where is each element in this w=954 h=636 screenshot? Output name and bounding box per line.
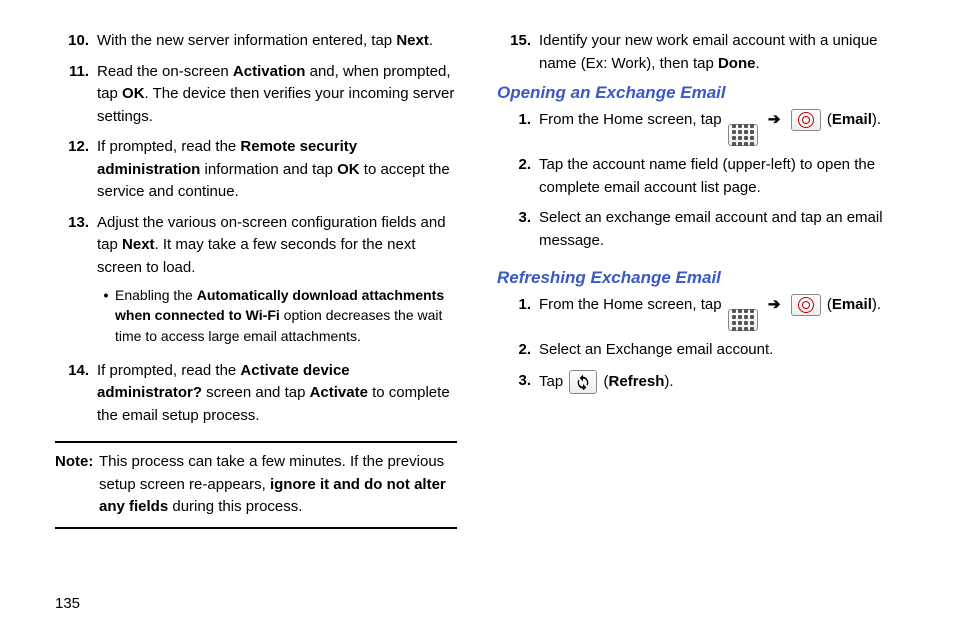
text: Tap [539,373,567,390]
list-body: If prompted, read the Remote security ad… [97,136,457,204]
list-number: 1. [497,294,539,331]
list-item: 3.Select an exchange email account and t… [497,207,899,252]
list-item: 13.Adjust the various on-screen configur… [55,212,457,352]
list-body: Adjust the various on-screen configurati… [97,212,457,352]
list-body: Tap the account name field (upper-left) … [539,154,899,199]
list-body: Identify your new work email account wit… [539,30,899,75]
text: ( [823,296,832,313]
email-icon [791,109,821,131]
text: ). [664,373,673,390]
list-number: 1. [497,109,539,146]
list-body: Select an exchange email account and tap… [539,207,899,252]
list-body: With the new server information entered,… [97,30,457,53]
note-body: This process can take a few minutes. If … [99,451,457,519]
section-heading: Refreshing Exchange Email [497,268,899,288]
list-body: From the Home screen, tap ➔ (Email). [539,109,899,146]
list-body: Read the on-screen Activation and, when … [97,61,457,129]
list-item: 12.If prompted, read the Remote security… [55,136,457,204]
text: information and tap [200,161,337,178]
list-number: 15. [497,30,539,75]
text-bold: OK [122,85,145,102]
list-number: 3. [497,207,539,252]
list-number: 10. [55,30,97,53]
text: If prompted, read the [97,138,240,155]
text-bold: Refresh [609,373,665,390]
arrow-icon: ➔ [768,296,781,313]
text-bold: Done [718,55,756,72]
text: screen and tap [202,384,310,401]
list-number: 14. [55,360,97,428]
text: ( [823,111,832,128]
list-number: 11. [55,61,97,129]
list-body: Tap (Refresh). [539,370,899,394]
apps-icon [728,309,758,331]
text: ). [872,296,881,313]
sub-bullet-body: Enabling the Automatically download atta… [115,285,457,346]
text: If prompted, read the [97,362,240,379]
text: Select an Exchange email account. [539,341,773,358]
list-body: Select an Exchange email account. [539,339,899,362]
text: . [755,55,759,72]
apps-icon [728,124,758,146]
list-number: 2. [497,154,539,199]
page-number: 135 [55,595,80,612]
sub-bullet: •Enabling the Automatically download att… [97,285,457,346]
refresh-icon [569,370,597,394]
list-item: 2.Tap the account name field (upper-left… [497,154,899,199]
text-bold: Activate [310,384,368,401]
text-bold: Next [396,32,429,49]
list-item: 2.Select an Exchange email account. [497,339,899,362]
list-number: 2. [497,339,539,362]
text: Identify your new work email account wit… [539,32,878,72]
text: Tap the account name field (upper-left) … [539,156,875,196]
text: ( [599,373,608,390]
text-bold: Activation [233,63,306,80]
columns: 10.With the new server information enter… [55,30,899,529]
text: Enabling the [115,287,197,303]
list-number: 13. [55,212,97,352]
text: Read the on-screen [97,63,233,80]
section-heading: Opening an Exchange Email [497,83,899,103]
text: Select an exchange email account and tap… [539,209,883,249]
arrow-icon: ➔ [768,111,781,128]
list-number: 12. [55,136,97,204]
text: With the new server information entered,… [97,32,396,49]
text: . The device then verifies your incoming… [97,85,454,125]
text-bold: Email [832,296,872,313]
note-block: Note:This process can take a few minutes… [55,441,457,529]
list-item: 15.Identify your new work email account … [497,30,899,75]
text: . [429,32,433,49]
text [785,296,789,313]
list-body: If prompted, read the Activate device ad… [97,360,457,428]
list-item: 11.Read the on-screen Activation and, wh… [55,61,457,129]
text: From the Home screen, tap [539,111,726,128]
page: 10.With the new server information enter… [0,0,954,636]
list-item: 10.With the new server information enter… [55,30,457,53]
email-icon [791,294,821,316]
list-item: 1.From the Home screen, tap ➔ (Email). [497,109,899,146]
text: From the Home screen, tap [539,296,726,313]
text: during this process. [168,498,302,515]
text-bold: Next [122,236,155,253]
column-left: 10.With the new server information enter… [55,30,457,529]
text [760,296,764,313]
column-right: 15.Identify your new work email account … [497,30,899,529]
text-bold: OK [337,161,360,178]
bullet-icon: • [97,285,115,346]
text: ). [872,111,881,128]
list-number: 3. [497,370,539,394]
list-item: 1.From the Home screen, tap ➔ (Email). [497,294,899,331]
list-body: From the Home screen, tap ➔ (Email). [539,294,899,331]
list-item: 3.Tap (Refresh). [497,370,899,394]
text [760,111,764,128]
list-item: 14.If prompted, read the Activate device… [55,360,457,428]
note-label: Note: [55,451,99,519]
text-bold: Email [832,111,872,128]
text [785,111,789,128]
